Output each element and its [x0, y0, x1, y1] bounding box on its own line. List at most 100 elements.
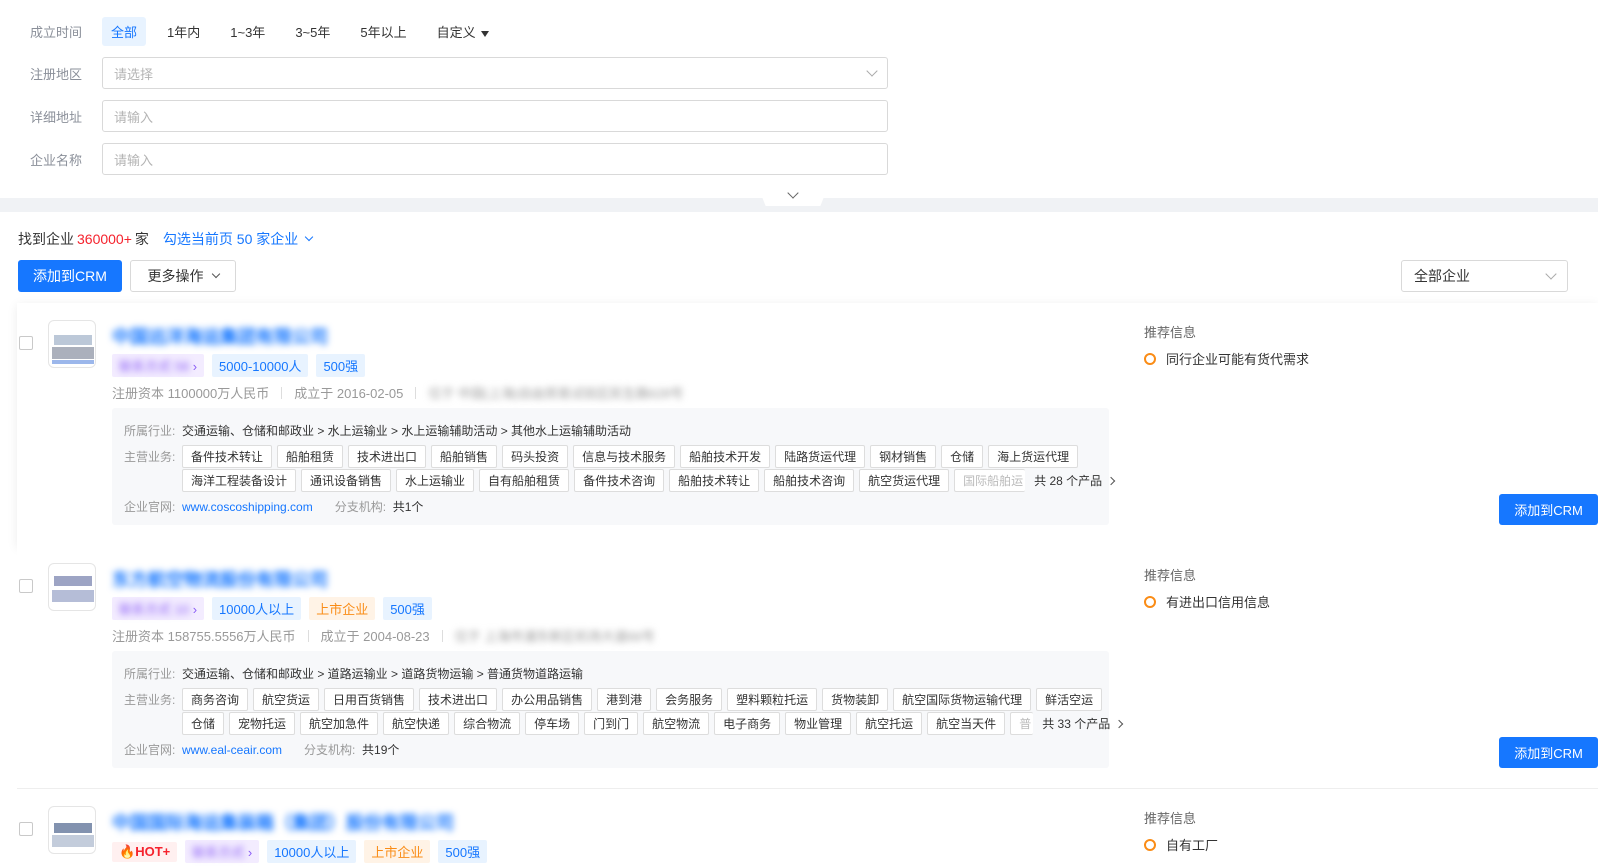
product-tag: 办公用品销售	[502, 688, 593, 711]
filter-address-label: 详细地址	[30, 109, 83, 125]
company-checkbox[interactable]	[19, 336, 33, 350]
staff-size-tag: 10000人以上	[267, 840, 357, 863]
all-products-link[interactable]: 共 33 个产品	[1042, 715, 1124, 732]
founded-option-5y-plus[interactable]: 5年以上	[351, 17, 415, 46]
company-scope-select[interactable]: 全部企业	[1401, 260, 1568, 292]
founded-date: 成立于 2016-02-05	[294, 386, 404, 401]
chevron-right-icon	[1106, 476, 1116, 485]
business-row-2: 海洋工程装备设计 通讯设备销售 水上运输业 自有船舶租赁 备件技术咨询 船舶技术…	[182, 469, 1116, 492]
filter-panel: 成立时间 全部 1年内 1~3年 3~5年 5年以上 自定义 注册地区 请选择 …	[0, 0, 1598, 198]
product-tag: 航空当天件	[927, 712, 1006, 735]
result-count: 360000+	[77, 231, 132, 247]
company-logo	[48, 320, 96, 368]
select-current-page[interactable]: 勾选当前页 50 家企业	[163, 229, 314, 249]
filter-founded-label: 成立时间	[30, 25, 83, 40]
company-card: 东方航空物流股份有限公司 联系方式 10 › 10000人以上 上市企业 500…	[17, 546, 1598, 789]
product-tag: 航空快递	[383, 712, 450, 735]
product-tag: 陆路货运代理	[775, 445, 866, 468]
founded-option-1-3y[interactable]: 1~3年	[221, 17, 274, 46]
branch-count[interactable]: 共1个	[393, 498, 424, 515]
industry-path: 交通运输、仓储和邮政业 > 道路运输业 > 道路货物运输 > 普通货物道路运输	[182, 667, 584, 681]
product-tag: 航空托运	[856, 712, 923, 735]
add-to-crm-button[interactable]: 添加到CRM	[18, 260, 122, 292]
product-tag: 货物装卸	[822, 688, 889, 711]
product-tag: 物业管理	[785, 712, 852, 735]
contact-tag[interactable]: 联系方式 ›	[185, 840, 260, 863]
listed-tag: 上市企业	[309, 597, 376, 620]
product-tag: 备件技术转让	[182, 445, 273, 468]
industry-row: 所属行业: 交通运输、仓储和邮政业 > 水上运输业 > 水上运输辅助活动 > 其…	[124, 424, 632, 438]
product-tag: 国际船舶运	[954, 469, 1026, 492]
founded-option-1y[interactable]: 1年内	[158, 17, 209, 46]
top500-tag: 500强	[383, 597, 432, 620]
product-tag: 停车场	[525, 712, 580, 735]
company-name[interactable]: 中国远洋海运集团有限公司	[112, 323, 328, 349]
recommend-title: 推荐信息	[1144, 811, 1197, 826]
founded-option-custom[interactable]: 自定义	[428, 17, 498, 46]
founded-option-all[interactable]: 全部	[102, 17, 147, 46]
product-tag: 备件技术咨询	[574, 469, 665, 492]
product-tag: 技术进出口	[419, 688, 498, 711]
company-card: 中国远洋海运集团有限公司 联系方式 58 › 5000-10000人 500强 …	[17, 303, 1598, 546]
company-detail-panel: 所属行业: 交通运输、仓储和邮政业 > 道路运输业 > 道路货物运输 > 普通货…	[112, 651, 1124, 768]
company-website-link[interactable]: www.eal-ceair.com	[182, 743, 282, 757]
company-name[interactable]: 中国国际海运集装箱（集团）股份有限公司	[112, 809, 454, 835]
product-tag: 门到门	[584, 712, 639, 735]
collapse-filter-toggle[interactable]	[757, 184, 829, 206]
company-card: 中国国际海运集装箱（集团）股份有限公司 🔥HOT+ 联系方式 › 10000人以…	[17, 789, 1598, 867]
product-tag: 钢材销售	[870, 445, 937, 468]
filter-company-name-label: 企业名称	[30, 152, 83, 168]
product-tag: 信息与技术服务	[573, 445, 676, 468]
filter-company-name-row: 企业名称 请输入	[30, 143, 888, 175]
card-add-to-crm-button[interactable]: 添加到CRM	[1499, 494, 1598, 525]
branch-count[interactable]: 共19个	[362, 741, 399, 758]
all-products-link[interactable]: 共 28 个产品	[1034, 472, 1116, 489]
card-add-to-crm-button[interactable]: 添加到CRM	[1499, 737, 1598, 768]
recommend-item: 有进出口信用信息	[1144, 592, 1270, 611]
company-meta: 注册资本 1100000万人民币 成立于 2016-02-05 位于 中国(上海…	[112, 383, 683, 402]
product-tag: 航空货运	[253, 688, 320, 711]
industry-row: 所属行业: 交通运输、仓储和邮政业 > 道路运输业 > 道路货物运输 > 普通货…	[124, 667, 584, 681]
company-logo	[48, 806, 96, 854]
company-checkbox[interactable]	[19, 822, 33, 836]
circle-icon	[1144, 838, 1156, 851]
website-row: 企业官网: www.coscoshipping.com 分支机构: 共1个	[124, 498, 424, 515]
recommend-item: 同行企业可能有货代需求	[1144, 349, 1309, 368]
product-tag: 电子商务	[714, 712, 781, 735]
product-tag: 水上运输业	[396, 469, 475, 492]
product-tag: 仓储	[182, 712, 225, 735]
company-website-link[interactable]: www.coscoshipping.com	[182, 500, 313, 514]
company-name[interactable]: 东方航空物流股份有限公司	[112, 566, 328, 592]
company-tags: 联系方式 10 › 10000人以上 上市企业 500强	[112, 597, 440, 620]
chevron-down-icon	[211, 269, 220, 279]
company-location: 位于 上海市浦东新区机场大道66号	[454, 629, 655, 644]
chevron-down-icon	[1545, 268, 1557, 280]
filter-region-row: 注册地区 请选择	[30, 57, 888, 89]
chevron-right-icon	[1114, 719, 1124, 728]
product-tag: 塑料颗粒托运	[727, 688, 818, 711]
product-tag: 船舶销售	[431, 445, 498, 468]
company-checkbox[interactable]	[19, 579, 33, 593]
chevron-down-icon	[866, 65, 878, 77]
address-input[interactable]: 请输入	[102, 100, 888, 132]
circle-icon	[1144, 595, 1156, 608]
hot-tag: 🔥HOT+	[112, 841, 178, 862]
recommend-title: 推荐信息	[1144, 568, 1197, 583]
more-operations-button[interactable]: 更多操作	[130, 260, 236, 292]
product-tag: 码头投资	[502, 445, 569, 468]
staff-size-tag: 10000人以上	[212, 597, 302, 620]
founded-option-3-5y[interactable]: 3~5年	[286, 17, 339, 46]
company-name-input[interactable]: 请输入	[102, 143, 888, 175]
product-tag: 宠物托运	[229, 712, 296, 735]
region-select[interactable]: 请选择	[102, 57, 888, 89]
circle-icon	[1144, 352, 1156, 365]
product-tag: 海上货运代理	[988, 445, 1079, 468]
contact-tag[interactable]: 联系方式 58 ›	[112, 354, 205, 377]
filter-founded-row: 成立时间 全部 1年内 1~3年 3~5年 5年以上 自定义	[30, 17, 510, 46]
company-meta: 注册资本 158755.5556万人民币 成立于 2004-08-23 位于 上…	[112, 626, 655, 645]
top500-tag: 500强	[438, 840, 488, 863]
registered-capital: 注册资本 158755.5556万人民币	[112, 629, 296, 644]
contact-tag[interactable]: 联系方式 10 ›	[112, 597, 205, 620]
company-location: 位于 中国(上海)自由贸易试验区民生路628号	[428, 386, 684, 401]
product-tag: 船舶租赁	[277, 445, 344, 468]
